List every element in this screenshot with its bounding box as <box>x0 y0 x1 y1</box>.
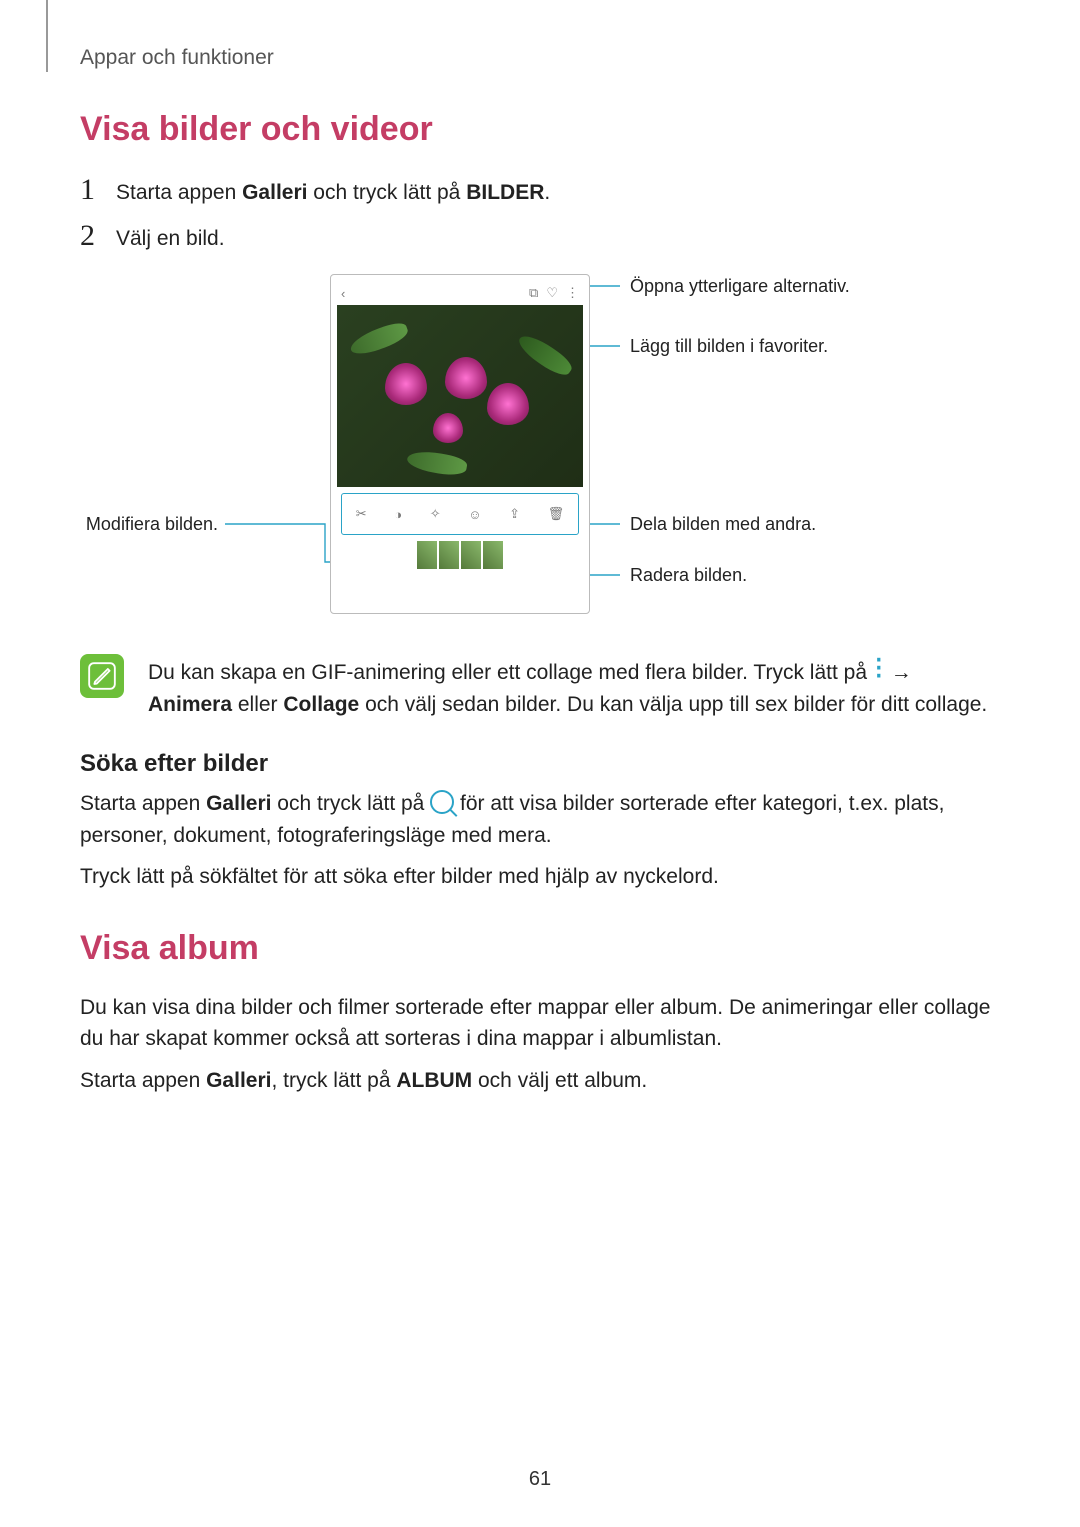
text: , tryck lätt på <box>271 1069 396 1092</box>
text: eller <box>232 693 283 716</box>
favorite-icon[interactable]: ♡ <box>546 285 558 301</box>
more-icon[interactable]: ⋮ <box>566 285 579 301</box>
pencil-icon <box>88 662 116 690</box>
thumbnail-strip <box>337 541 583 573</box>
app-name: Galleri <box>242 181 307 204</box>
text: Starta appen <box>80 792 206 815</box>
note-text: Du kan skapa en GIF-animering eller ett … <box>148 654 987 720</box>
thumbnail[interactable] <box>461 541 481 569</box>
heading-visa-bilder: Visa bilder och videor <box>80 110 1000 149</box>
share-icon[interactable]: ⧉ <box>529 285 538 301</box>
search-icon <box>430 790 454 814</box>
album-paragraph-2: Starta appen Galleri, tryck lätt på ALBU… <box>80 1065 1000 1097</box>
overflow-dots-icon: ··· <box>873 654 885 678</box>
callout-delete: Radera bilden. <box>630 565 747 586</box>
thumbnail[interactable] <box>439 541 459 569</box>
text: och välj sedan bilder. Du kan välja upp … <box>359 693 987 716</box>
header-rule <box>46 0 48 72</box>
callout-share: Dela bilden med andra. <box>630 514 816 535</box>
viewer-topbar: ‹ ⧉ ♡ ⋮ <box>337 281 583 305</box>
text: Starta appen <box>80 1069 206 1092</box>
step-text: Starta appen Galleri och tryck lätt på B… <box>116 177 550 209</box>
step-text: Välj en bild. <box>116 223 225 255</box>
tab-name: ALBUM <box>396 1069 472 1092</box>
search-paragraph: Starta appen Galleri och tryck lätt på f… <box>80 788 1000 851</box>
app-name: Galleri <box>206 1069 271 1092</box>
heading-soka: Söka efter bilder <box>80 750 1000 778</box>
option-collage: Collage <box>283 693 359 716</box>
tip-note: Du kan skapa en GIF-animering eller ett … <box>80 654 1000 720</box>
heading-visa-album: Visa album <box>80 929 1000 968</box>
callout-favorite: Lägg till bilden i favoriter. <box>630 336 828 357</box>
page-content: Appar och funktioner Visa bilder och vid… <box>0 0 1080 1527</box>
text: . <box>544 181 550 204</box>
gallery-screenshot-figure: ‹ ⧉ ♡ ⋮ ✂ <box>80 274 1000 624</box>
arrow: → <box>891 661 912 684</box>
note-icon <box>80 654 124 698</box>
step-number: 1 <box>80 173 116 207</box>
text: och tryck lätt på <box>307 181 466 204</box>
step-1: 1 Starta appen Galleri och tryck lätt på… <box>80 173 1000 209</box>
text: Starta appen <box>116 181 242 204</box>
thumbnail[interactable] <box>417 541 437 569</box>
option-animera: Animera <box>148 693 232 716</box>
callout-edit: Modifiera bilden. <box>86 514 218 535</box>
tone-icon[interactable]: ◑ <box>394 507 402 522</box>
share-action-icon[interactable]: ⇪ <box>509 506 520 522</box>
step-number: 2 <box>80 219 116 253</box>
section-breadcrumb: Appar och funktioner <box>80 46 1000 70</box>
device-mock: ‹ ⧉ ♡ ⋮ ✂ <box>330 274 590 614</box>
search-paragraph-2: Tryck lätt på sökfältet för att söka eft… <box>80 861 1000 893</box>
text: och välj ett album. <box>472 1069 647 1092</box>
album-paragraph-1: Du kan visa dina bilder och filmer sorte… <box>80 992 1000 1055</box>
sticker-icon[interactable]: ☺ <box>468 507 481 522</box>
text: och tryck lätt på <box>271 792 430 815</box>
text: Du kan skapa en GIF-animering eller ett … <box>148 661 873 684</box>
step-2: 2 Välj en bild. <box>80 219 1000 255</box>
effects-icon[interactable]: ✧ <box>430 506 441 522</box>
thumbnail[interactable] <box>483 541 503 569</box>
displayed-photo <box>337 305 583 487</box>
delete-icon[interactable]: 🗑 <box>548 506 565 522</box>
edit-toolbar: ✂ ◑ ✧ ☺ ⇪ 🗑 <box>341 493 579 535</box>
tab-name: BILDER <box>466 181 544 204</box>
app-name: Galleri <box>206 792 271 815</box>
crop-icon[interactable]: ✂ <box>356 506 367 522</box>
back-icon[interactable]: ‹ <box>341 286 345 301</box>
callout-more-options: Öppna ytterligare alternativ. <box>630 276 850 297</box>
page-number: 61 <box>0 1468 1080 1491</box>
